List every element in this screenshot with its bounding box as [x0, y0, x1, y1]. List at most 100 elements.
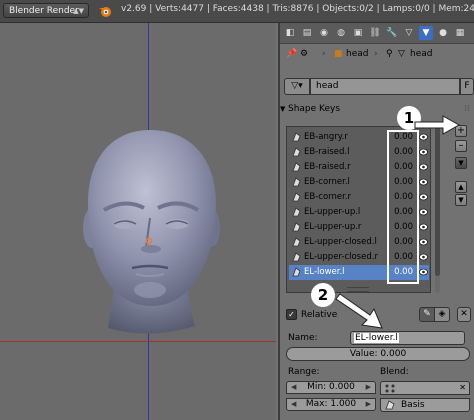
- relative-key-name: Basis: [401, 400, 425, 410]
- x-axis-line: [0, 341, 276, 342]
- 3d-viewport[interactable]: [0, 23, 276, 420]
- annotation-badge-2: 2: [311, 283, 335, 307]
- mesh-name-field[interactable]: head: [310, 78, 460, 95]
- mesh-data-tab-icon[interactable]: ▼: [419, 26, 433, 40]
- properties-tabs: ◧ ▤ ◉ ◍ ▣ ⛓ 🔧 ▽ ▼ ● ▦: [280, 23, 474, 44]
- shape-key-row[interactable]: EL-upper-closed.r 0.00: [289, 250, 429, 265]
- world-tab-icon[interactable]: ◍: [334, 26, 348, 40]
- properties-editor: ◧ ▤ ◉ ◍ ▣ ⛓ 🔧 ▽ ▼ ● ▦ 📌 ⚙ › ■ head › ⚲ ▽…: [278, 23, 474, 420]
- shape-key-row[interactable]: EB-corner.l 0.00: [289, 175, 429, 190]
- shape-key-value[interactable]: 0.00: [385, 162, 413, 172]
- modifiers-tab-icon[interactable]: 🔧: [385, 26, 399, 40]
- info-header: Blender Render ▲▼ v2.69 | Verts:4477 | F…: [0, 0, 474, 23]
- eye-icon[interactable]: [419, 223, 428, 231]
- shape-key-row[interactable]: EB-raised.r 0.00: [289, 160, 429, 175]
- edit-mode-toggle-button[interactable]: ◈: [434, 307, 450, 322]
- shape-key-row[interactable]: EL-upper-up.l 0.00: [289, 205, 429, 220]
- shape-key-name: EB-corner.l: [304, 177, 350, 187]
- clear-weights-button[interactable]: ✕: [457, 307, 471, 322]
- material-tab-icon[interactable]: ●: [436, 26, 450, 40]
- clear-icon[interactable]: ✕: [459, 382, 466, 394]
- shape-key-icon: [292, 147, 301, 157]
- shape-key-row[interactable]: EB-raised.l 0.00: [289, 145, 429, 160]
- mesh-browse-icon[interactable]: ▽▾: [284, 78, 310, 95]
- chevron-right-icon: ›: [322, 49, 326, 59]
- breadcrumb: 📌 ⚙ › ■ head › ⚲ ▽ head: [280, 44, 474, 66]
- shape-key-name: EL-upper-up.l: [304, 207, 361, 217]
- shape-key-value-slider[interactable]: Value: 0.000: [286, 347, 470, 361]
- list-resize-handle[interactable]: [347, 287, 369, 292]
- annotation-arrow-1-icon: [414, 115, 461, 135]
- increment-arrow-icon[interactable]: ▶: [366, 382, 371, 393]
- shape-key-name-field[interactable]: EL-lower.l: [350, 331, 465, 345]
- eye-icon[interactable]: [419, 193, 428, 201]
- shape-key-value[interactable]: 0.00: [385, 252, 413, 262]
- shape-key-name: EB-raised.r: [304, 162, 351, 172]
- range-min-text: Min: 0.000: [307, 382, 355, 392]
- render-layers-tab-icon[interactable]: ▤: [300, 26, 314, 40]
- scene-icon: ⚙: [300, 49, 309, 59]
- shape-key-row[interactable]: EL-upper-up.r 0.00: [289, 220, 429, 235]
- shape-key-lock-button[interactable]: ✎: [419, 307, 435, 322]
- vertex-group-field[interactable]: ✕: [380, 381, 470, 395]
- drag-handle-icon[interactable]: ⁞⁞: [464, 104, 470, 114]
- collapse-triangle-icon: ▼: [280, 105, 286, 113]
- shape-key-row[interactable]: EB-corner.r 0.00: [289, 190, 429, 205]
- shape-key-value[interactable]: 0.00: [385, 147, 413, 157]
- remove-shape-key-button[interactable]: –: [455, 140, 467, 152]
- data-tab-icon[interactable]: ▽: [402, 26, 416, 40]
- decrement-arrow-icon[interactable]: ◀: [291, 399, 296, 410]
- shape-key-icon: [292, 252, 301, 262]
- shape-key-list-scrollbar[interactable]: [435, 126, 440, 293]
- shape-key-value[interactable]: 0.00: [385, 237, 413, 247]
- shape-key-value[interactable]: 0.00: [385, 222, 413, 232]
- increment-arrow-icon[interactable]: ▶: [366, 399, 371, 410]
- shape-key-value[interactable]: 0.00: [385, 177, 413, 187]
- shape-key-name: EL-lower.l: [304, 267, 345, 277]
- eye-icon[interactable]: [419, 208, 428, 216]
- shape-key-value[interactable]: 0.00: [385, 207, 413, 217]
- render-engine-dropdown[interactable]: Blender Render ▲▼: [3, 3, 89, 18]
- shape-key-name: EB-angry.r: [304, 132, 348, 142]
- decrement-arrow-icon[interactable]: ◀: [291, 382, 296, 393]
- shape-key-icon: [292, 237, 301, 247]
- name-field-text: EL-lower.l: [354, 333, 399, 343]
- head-mesh[interactable]: [70, 128, 230, 338]
- chevron-right-icon: ›: [374, 49, 378, 59]
- shape-key-value[interactable]: 0.00: [385, 192, 413, 202]
- eye-icon[interactable]: [419, 163, 428, 171]
- range-max-field[interactable]: ◀ Max: 1.000 ▶: [286, 398, 376, 411]
- range-max-text: Max: 1.000: [305, 399, 357, 409]
- texture-tab-icon[interactable]: ▦: [453, 26, 467, 40]
- shape-key-row[interactable]: EB-angry.r 0.00: [289, 130, 429, 145]
- shape-key-row[interactable]: EL-upper-closed.l 0.00: [289, 235, 429, 250]
- shape-key-value[interactable]: 0.00: [385, 132, 413, 142]
- modifier-icon: ⚲: [386, 49, 393, 59]
- eye-icon[interactable]: [419, 238, 428, 246]
- shape-key-specials-button[interactable]: ▼: [455, 157, 467, 169]
- mesh-icon: ▽: [398, 49, 405, 59]
- constraints-tab-icon[interactable]: ⛓: [368, 26, 382, 40]
- fake-user-button[interactable]: F: [460, 78, 474, 95]
- shape-key-icon: [292, 162, 301, 172]
- pin-icon[interactable]: 📌: [286, 49, 297, 59]
- shape-key-row-selected[interactable]: EL-lower.l 0.00: [289, 265, 429, 280]
- breadcrumb-object-name: head: [346, 49, 369, 59]
- relative-key-field[interactable]: Basis: [380, 398, 470, 412]
- move-down-button[interactable]: ▼: [455, 194, 467, 206]
- range-label: Range:: [288, 367, 320, 377]
- relative-checkbox[interactable]: ✓: [286, 309, 297, 320]
- eye-icon[interactable]: [419, 148, 428, 156]
- eye-icon[interactable]: [419, 268, 428, 276]
- range-min-field[interactable]: ◀ Min: 0.000 ▶: [286, 381, 376, 394]
- shape-key-value[interactable]: 0.00: [385, 267, 413, 277]
- object-tab-icon[interactable]: ▣: [351, 26, 365, 40]
- eye-icon[interactable]: [419, 253, 428, 261]
- shape-key-name: EL-upper-closed.r: [304, 252, 378, 262]
- shape-key-name: EB-corner.r: [304, 192, 352, 202]
- eye-icon[interactable]: [419, 178, 428, 186]
- move-up-button[interactable]: ▲: [455, 181, 467, 193]
- scrollbar-thumb[interactable]: [435, 126, 440, 276]
- scene-tab-icon[interactable]: ◉: [317, 26, 331, 40]
- render-tab-icon[interactable]: ◧: [283, 26, 297, 40]
